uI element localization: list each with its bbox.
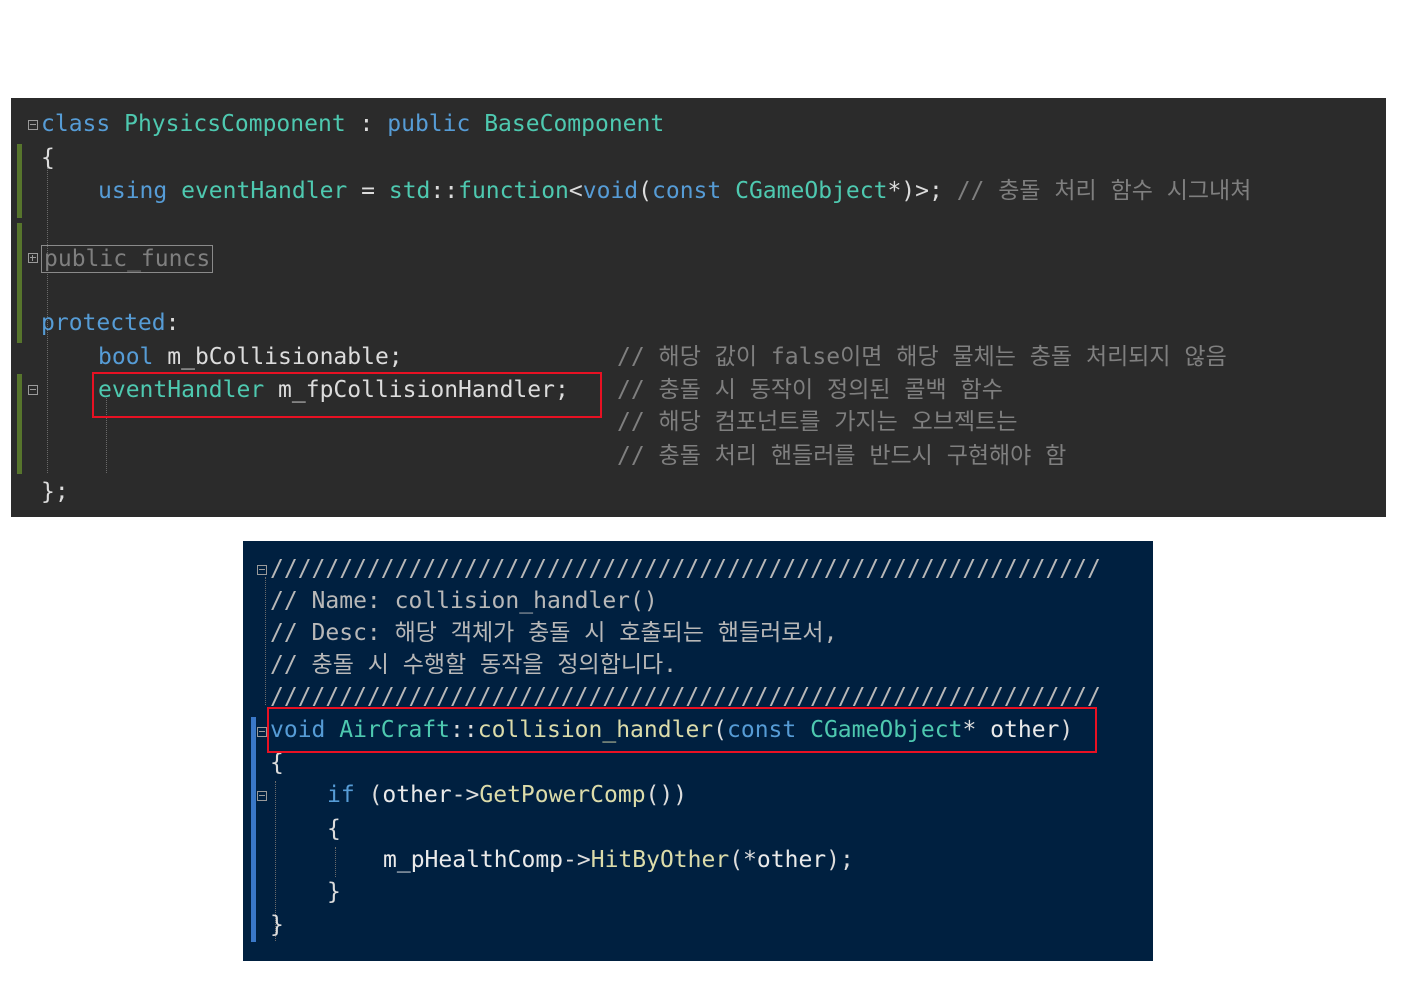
code-comment: // Name: collision_handler() [270, 588, 658, 614]
punctuation: -> [563, 847, 591, 873]
punctuation: { [327, 816, 341, 842]
punctuation: ); [826, 847, 854, 873]
keyword: public [387, 111, 471, 137]
collapsed-region-label[interactable]: public_funcs [41, 245, 214, 273]
code-comment: // 충돌 시 동작이 정의된 콜백 함수 [617, 377, 1003, 403]
code-comment: // 충돌 처리 핸들러를 반드시 구현해야 함 [617, 443, 1067, 469]
expand-region-icon[interactable] [28, 253, 38, 263]
code-line-member-collisionable: bool m_bCollisionable; [98, 341, 403, 373]
code-line-open-brace: { [41, 142, 55, 174]
code-line-inner-close-brace: } [327, 876, 341, 908]
code-comment-line: // 충돌 시 수행할 동작을 정의합니다. [270, 649, 677, 681]
function-name: HitByOther [590, 847, 730, 873]
code-line-if-statement: if (other->GetPowerComp()) [327, 779, 687, 811]
punctuation: *)>; [887, 178, 943, 204]
collapse-region-icon[interactable] [28, 385, 38, 395]
code-editor-panel-physics-component: class PhysicsComponent : public BaseComp… [11, 98, 1386, 517]
punctuation: { [41, 145, 55, 171]
collapse-region-icon[interactable] [257, 565, 267, 575]
code-line-inner-open-brace: { [327, 813, 341, 845]
code-comment-line: // 충돌 처리 핸들러를 반드시 구현해야 함 [617, 440, 1066, 472]
keyword: using [98, 178, 168, 204]
keyword: const [652, 178, 722, 204]
code-editor-panel-collision-handler: ////////////////////////////////////////… [243, 541, 1153, 961]
code-line-class-declaration: class PhysicsComponent : public BaseComp… [41, 108, 664, 140]
keyword: protected [41, 310, 166, 336]
code-comment-line: ////////////////////////////////////////… [270, 553, 1101, 585]
collapse-region-icon[interactable] [257, 727, 267, 737]
namespace: std [388, 178, 431, 204]
code-comment: ////////////////////////////////////////… [270, 556, 1101, 582]
type-alias-name: eventHandler [181, 178, 348, 204]
punctuation: } [270, 912, 284, 938]
variable-name: other [756, 847, 827, 873]
code-comment-line: // 충돌 시 동작이 정의된 콜백 함수 [617, 374, 1003, 406]
code-comment: // 충돌 처리 함수 시그내쳐 [956, 178, 1252, 204]
change-indicator-bar [17, 223, 22, 343]
punctuation: ( [638, 178, 652, 204]
punctuation: ( [368, 782, 383, 808]
change-indicator-bar [17, 374, 22, 474]
code-line-close-brace: }; [41, 476, 69, 508]
base-class-name: BaseComponent [484, 111, 665, 137]
keyword: bool [98, 344, 154, 370]
change-indicator-bar [17, 144, 22, 218]
punctuation: : [165, 310, 180, 336]
code-line-close-brace: } [270, 909, 284, 941]
code-line-hit-call: m_pHealthComp->HitByOther(*other); [383, 844, 854, 876]
punctuation: (* [729, 847, 757, 873]
code-comment: // Desc: 해당 객체가 충돌 시 호출되는 핸들러로서, [270, 620, 838, 646]
collapse-region-icon[interactable] [257, 791, 267, 801]
change-indicator-bar [251, 717, 256, 942]
keyword: class [41, 111, 111, 137]
indent-guide [265, 577, 266, 705]
punctuation: :: [430, 178, 459, 204]
code-line-collapsed-region: public_funcs [41, 243, 214, 275]
collapse-region-icon[interactable] [28, 120, 38, 130]
variable-name: other [382, 782, 452, 808]
punctuation: } [327, 879, 341, 905]
punctuation: { [270, 750, 284, 776]
keyword: if [327, 782, 355, 808]
code-comment-line: // Name: collision_handler() [270, 585, 658, 617]
code-line-protected: protected: [41, 307, 179, 339]
code-comment-line: // 해당 값이 false이면 해당 물체는 충돌 처리되지 않음 [617, 341, 1227, 373]
template-name: function [458, 178, 569, 204]
code-comment-line: // 해당 컴포넌트를 가지는 오브젝트는 [617, 406, 1017, 438]
member-variable: m_pHealthComp [383, 847, 564, 873]
class-name: PhysicsComponent [124, 111, 346, 137]
type-name: CGameObject [735, 178, 888, 204]
code-comment: // 충돌 시 수행할 동작을 정의합니다. [270, 652, 678, 678]
punctuation: }; [41, 479, 69, 505]
punctuation: < [568, 178, 583, 204]
highlight-box [267, 707, 1097, 753]
member-variable: m_bCollisionable; [167, 344, 403, 370]
code-comment: // 해당 컴포넌트를 가지는 오브젝트는 [617, 409, 1018, 435]
punctuation: ()) [645, 782, 688, 808]
code-comment: // 해당 값이 false이면 해당 물체는 충돌 처리되지 않음 [617, 344, 1227, 370]
code-line-using-alias: using eventHandler = std::function<void(… [98, 175, 1251, 207]
keyword: void [582, 178, 639, 204]
function-name: GetPowerComp [479, 782, 646, 808]
highlight-box [92, 372, 602, 418]
punctuation: : [359, 111, 374, 137]
punctuation: = [361, 178, 375, 204]
indent-guide [335, 847, 336, 877]
code-comment-line: // Desc: 해당 객체가 충돌 시 호출되는 핸들러로서, [270, 617, 837, 649]
punctuation: -> [451, 782, 480, 808]
